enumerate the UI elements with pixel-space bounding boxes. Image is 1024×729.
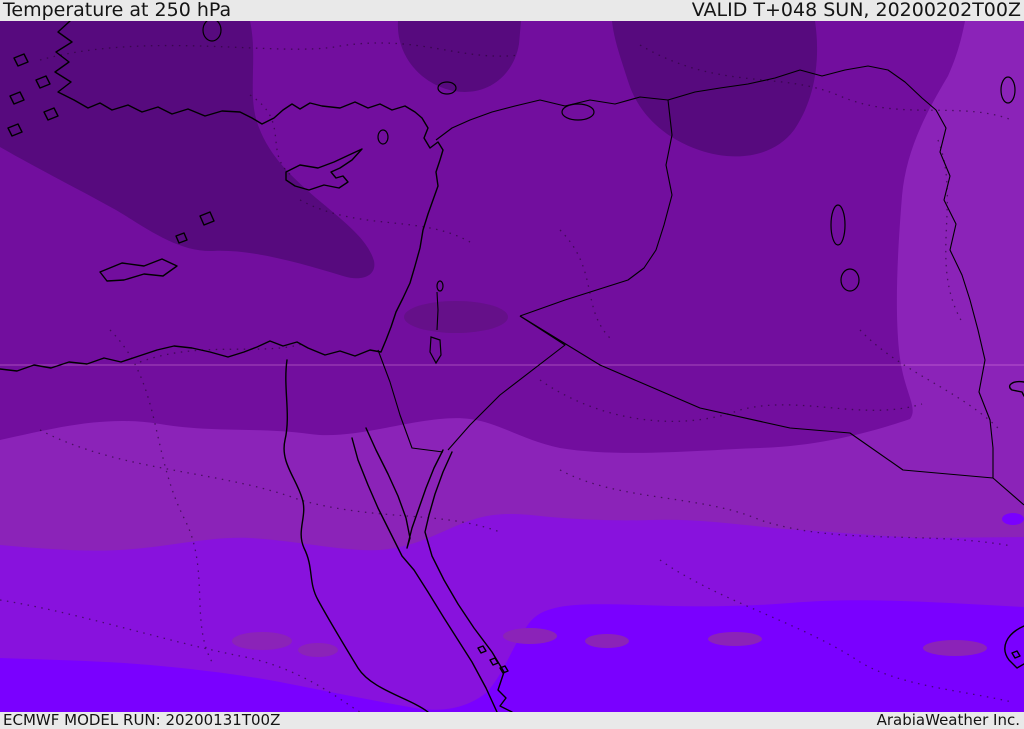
- map-title: Temperature at 250 hPa: [3, 0, 232, 21]
- footer-bar: ECMWF MODEL RUN: 20200131T00Z ArabiaWeat…: [0, 712, 1024, 729]
- header-bar: Temperature at 250 hPa VALID T+048 SUN, …: [0, 0, 1024, 21]
- weather-map-canvas: [0, 21, 1024, 712]
- weather-map-page: { "header": { "title": "Temperature at 2…: [0, 0, 1024, 729]
- temp-warmest-spot: [1002, 513, 1024, 525]
- valid-time-label: VALID T+048 SUN, 20200202T00Z: [691, 0, 1021, 21]
- temp-cold-patch-levant: [404, 301, 508, 333]
- model-run-label: ECMWF MODEL RUN: 20200131T00Z: [3, 711, 281, 729]
- credit-label: ArabiaWeather Inc.: [876, 711, 1020, 729]
